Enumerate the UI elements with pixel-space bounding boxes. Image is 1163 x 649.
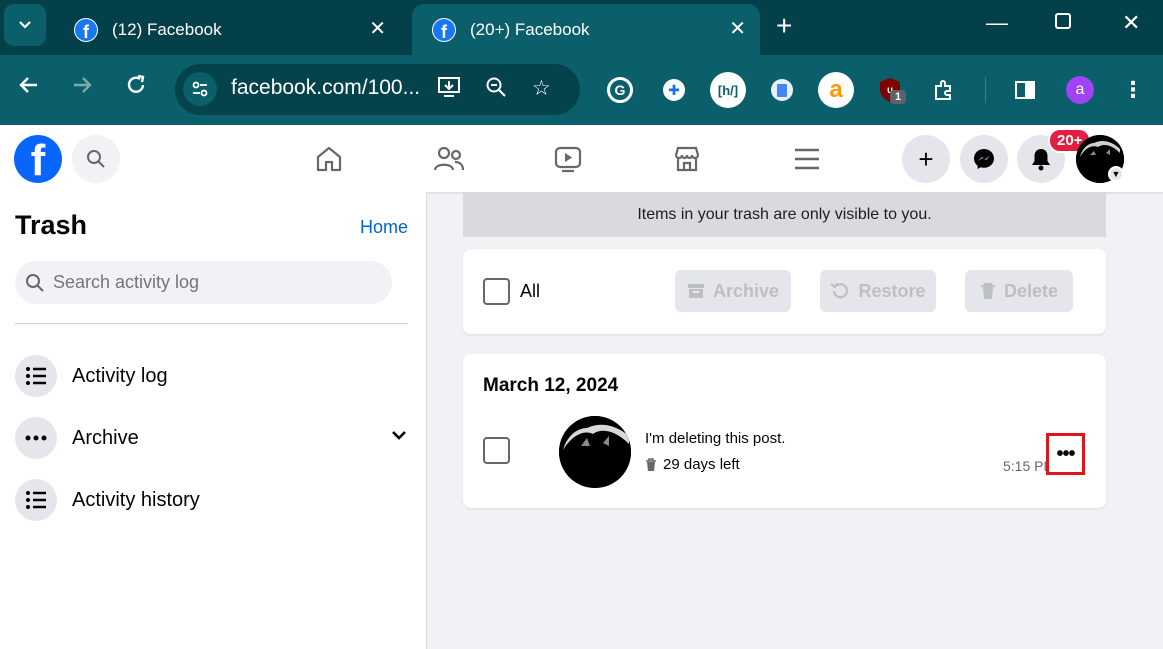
marketplace-icon[interactable] bbox=[667, 139, 707, 179]
hs-extension-icon[interactable]: [h/] bbox=[710, 72, 746, 108]
docs-extension-icon[interactable] bbox=[764, 72, 800, 108]
list-icon bbox=[15, 479, 57, 521]
toolbar-divider bbox=[985, 77, 986, 103]
search-icon bbox=[26, 273, 44, 292]
facebook-favicon: f bbox=[74, 17, 98, 42]
trash-visibility-notice: Items in your trash are only visible to … bbox=[463, 192, 1106, 237]
date-group-heading: March 12, 2024 bbox=[483, 375, 619, 396]
bookmark-star-icon[interactable]: ☆ bbox=[532, 76, 551, 101]
restore-button[interactable]: Restore bbox=[820, 270, 936, 312]
site-settings-icon[interactable] bbox=[183, 72, 217, 106]
search-icon[interactable] bbox=[72, 135, 120, 183]
window-close-icon[interactable]: ✕ bbox=[1122, 10, 1140, 36]
browser-tabstrip: f (12) Facebook ✕ f (20+) Facebook ✕ + —… bbox=[0, 0, 1163, 55]
sidebar-item-label: Activity history bbox=[72, 488, 200, 511]
facebook-header: f + bbox=[0, 125, 1163, 192]
amazon-assistant-icon[interactable]: a bbox=[818, 72, 854, 108]
select-all-label: All bbox=[520, 281, 541, 301]
browser-menu-icon[interactable]: ⋮ bbox=[1115, 72, 1151, 108]
sidebar-item-archive[interactable]: Archive bbox=[15, 416, 415, 460]
side-panel-icon[interactable] bbox=[1007, 72, 1043, 108]
sidebar: Trash Home Activity log Archive Activity… bbox=[0, 192, 427, 649]
reload-icon[interactable] bbox=[124, 73, 148, 104]
back-icon[interactable] bbox=[17, 73, 41, 104]
more-dots-icon bbox=[15, 417, 57, 459]
facebook-favicon: f bbox=[432, 17, 456, 42]
delete-button[interactable]: Delete bbox=[965, 270, 1073, 312]
menu-icon[interactable] bbox=[787, 139, 827, 179]
chevron-down-icon bbox=[19, 21, 31, 29]
archive-icon bbox=[687, 284, 704, 298]
facebook-logo-icon[interactable]: f bbox=[14, 135, 62, 183]
close-icon[interactable]: ✕ bbox=[729, 16, 746, 41]
post-text: I'm deleting this post. bbox=[645, 430, 786, 447]
tab-title: (20+) Facebook bbox=[470, 19, 590, 39]
ublock-count-badge: 1 bbox=[890, 90, 907, 104]
sidebar-item-label: Activity log bbox=[72, 364, 168, 387]
home-icon[interactable] bbox=[309, 139, 349, 179]
new-tab-button[interactable]: + bbox=[776, 10, 792, 42]
create-button[interactable]: + bbox=[902, 135, 950, 183]
sidebar-item-label: Archive bbox=[72, 426, 139, 449]
extensions-puzzle-icon[interactable] bbox=[926, 72, 962, 108]
sidebar-divider bbox=[15, 323, 408, 324]
post-days-left: 29 days left bbox=[645, 456, 740, 473]
tab-search-button[interactable] bbox=[4, 4, 46, 46]
messenger-icon[interactable] bbox=[960, 135, 1008, 183]
activity-search-input[interactable] bbox=[53, 272, 373, 293]
zoom-icon[interactable] bbox=[485, 76, 507, 104]
grammarly-icon[interactable]: G bbox=[602, 72, 638, 108]
sidebar-item-activity-history[interactable]: Activity history bbox=[15, 478, 415, 522]
select-all-checkbox[interactable] bbox=[483, 278, 510, 305]
sidebar-item-activity-log[interactable]: Activity log bbox=[15, 354, 415, 398]
url-text[interactable]: facebook.com/100... bbox=[231, 76, 420, 100]
minimize-icon[interactable]: — bbox=[986, 10, 1008, 36]
archive-button[interactable]: Archive bbox=[675, 270, 791, 312]
list-icon bbox=[15, 355, 57, 397]
ublock-icon[interactable]: u 1 bbox=[872, 72, 908, 108]
account-chevron-icon[interactable]: ▼ bbox=[1108, 166, 1124, 182]
home-link[interactable]: Home bbox=[360, 217, 408, 238]
friends-icon[interactable] bbox=[429, 139, 469, 179]
post-avatar bbox=[559, 416, 631, 488]
extension-cross-icon[interactable]: ✚ bbox=[656, 72, 692, 108]
page-title: Trash bbox=[15, 210, 88, 240]
trash-icon bbox=[646, 457, 656, 471]
browser-tab[interactable]: f (12) Facebook ✕ bbox=[54, 4, 400, 55]
browser-tab-active[interactable]: f (20+) Facebook ✕ bbox=[412, 4, 760, 55]
close-icon[interactable]: ✕ bbox=[369, 16, 386, 41]
trash-icon bbox=[980, 283, 995, 299]
chevron-down-icon[interactable] bbox=[391, 428, 407, 446]
restore-icon bbox=[830, 282, 849, 299]
activity-search-field[interactable] bbox=[15, 261, 392, 304]
post-select-checkbox[interactable] bbox=[483, 437, 510, 464]
install-app-icon[interactable] bbox=[437, 76, 461, 104]
forward-icon[interactable] bbox=[70, 73, 94, 104]
profile-avatar[interactable]: a bbox=[1062, 72, 1098, 108]
post-more-options-button[interactable]: ••• bbox=[1046, 433, 1085, 475]
tab-title: (12) Facebook bbox=[112, 19, 222, 39]
watch-icon[interactable] bbox=[548, 139, 588, 179]
address-bar[interactable]: facebook.com/100... ☆ bbox=[175, 64, 580, 115]
maximize-icon[interactable] bbox=[1054, 10, 1072, 36]
browser-toolbar: facebook.com/100... ☆ G ✚ [h/] a u 1 a ⋮ bbox=[0, 55, 1163, 125]
